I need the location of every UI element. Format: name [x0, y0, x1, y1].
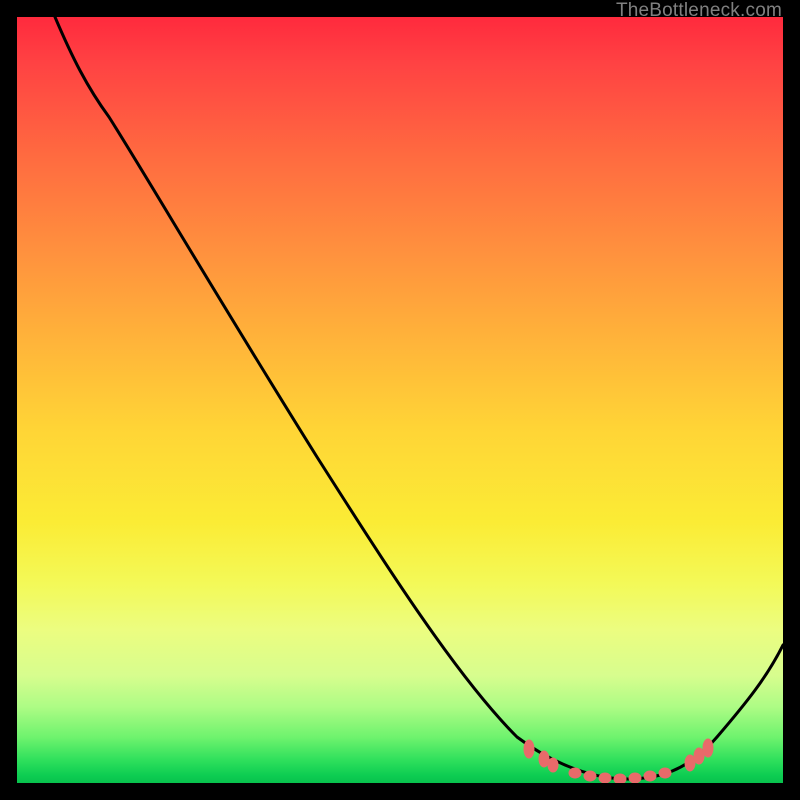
bottleneck-curve-path	[55, 17, 783, 779]
marker-m13	[703, 739, 713, 757]
marker-m12	[694, 748, 704, 764]
chart-frame: TheBottleneck.com	[0, 0, 800, 800]
attribution-text: TheBottleneck.com	[616, 0, 782, 22]
marker-m4	[569, 768, 581, 778]
marker-m11	[685, 755, 695, 771]
marker-m2	[539, 751, 549, 767]
marker-m10	[659, 768, 671, 778]
marker-m8	[629, 773, 641, 783]
marker-m3	[548, 758, 558, 772]
marker-m9	[644, 771, 656, 781]
plot-area	[17, 17, 783, 783]
bottleneck-curve-svg	[17, 17, 783, 783]
marker-m1	[524, 740, 534, 758]
curve-markers	[524, 739, 713, 783]
marker-m7	[614, 774, 626, 783]
marker-m5	[584, 771, 596, 781]
marker-m6	[599, 773, 611, 783]
